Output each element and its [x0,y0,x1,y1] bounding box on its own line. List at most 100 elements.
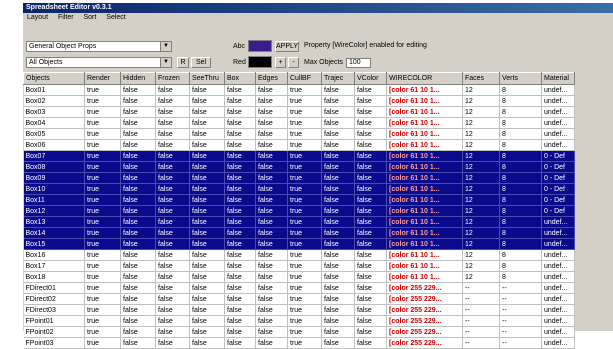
cell-box[interactable]: false [224,194,256,206]
cell-material[interactable]: undef... [541,216,575,228]
cell-box[interactable]: false [224,282,256,294]
cell-box[interactable]: false [224,304,256,316]
cell-objects[interactable]: Box05 [23,128,85,140]
cell-hidden[interactable]: false [120,172,156,184]
cell-frozen[interactable]: false [155,315,190,327]
cell-box[interactable]: false [224,326,256,338]
cell-edges[interactable]: false [255,326,288,338]
cell-vcolor[interactable]: false [354,150,387,162]
cell-box[interactable]: false [224,183,256,195]
column-header-vcolor[interactable]: VColor [354,72,387,85]
table-row[interactable]: Box16 true false false false false false true fa… [23,249,575,261]
cell-verts[interactable]: -- [499,337,542,349]
cell-seethru[interactable]: false [189,161,225,173]
cell-verts[interactable]: 8 [499,128,542,140]
cell-hidden[interactable]: false [120,106,156,118]
cell-seethru[interactable]: false [189,128,225,140]
cell-frozen[interactable]: false [155,282,190,294]
cell-box[interactable]: false [224,271,256,283]
cell-material[interactable]: 0 - Def [541,205,575,217]
cell-hidden[interactable]: false [120,128,156,140]
cell-cullbf[interactable]: true [287,150,322,162]
cell-seethru[interactable]: false [189,139,225,151]
cell-box[interactable]: false [224,238,256,250]
cell-edges[interactable]: false [255,293,288,305]
cell-hidden[interactable]: false [120,150,156,162]
cell-box[interactable]: false [224,150,256,162]
column-header-wirecolor[interactable]: WIRECOLOR [386,72,463,85]
cell-render[interactable]: true [84,238,121,250]
cell-vcolor[interactable]: false [354,238,387,250]
cell-material[interactable]: undef... [541,227,575,239]
cell-trajec[interactable]: false [321,260,355,272]
cell-hidden[interactable]: false [120,249,156,261]
cell-verts[interactable]: -- [499,304,542,316]
cell-seethru[interactable]: false [189,216,225,228]
cell-vcolor[interactable]: false [354,282,387,294]
cell-trajec[interactable]: false [321,238,355,250]
cell-box[interactable]: false [224,106,256,118]
cell-frozen[interactable]: false [155,150,190,162]
table-row[interactable]: Box13 true false false false false false true fa… [23,216,575,228]
cell-hidden[interactable]: false [120,183,156,195]
cell-vcolor[interactable]: false [354,249,387,261]
cell-objects[interactable]: Box04 [23,117,85,129]
cell-cullbf[interactable]: true [287,271,322,283]
cell-verts[interactable]: 8 [499,227,542,239]
cell-edges[interactable]: false [255,117,288,129]
cell-seethru[interactable]: false [189,205,225,217]
cell-hidden[interactable]: false [120,84,156,96]
cell-frozen[interactable]: false [155,117,190,129]
cell-trajec[interactable]: false [321,139,355,151]
cell-seethru[interactable]: false [189,304,225,316]
cell-seethru[interactable]: false [189,260,225,272]
cell-hidden[interactable]: false [120,304,156,316]
cell-faces[interactable]: 12 [462,150,500,162]
cell-wirecolor[interactable]: [color 61 10 1... [386,106,463,118]
cell-material[interactable]: undef... [541,249,575,261]
cell-wirecolor[interactable]: [color 61 10 1... [386,205,463,217]
cell-vcolor[interactable]: false [354,139,387,151]
cell-render[interactable]: true [84,315,121,327]
cell-wirecolor[interactable]: [color 61 10 1... [386,172,463,184]
column-header-render[interactable]: Render [84,72,121,85]
column-header-trajec[interactable]: Trajec [321,72,355,85]
cell-trajec[interactable]: false [321,183,355,195]
cell-objects[interactable]: Box02 [23,95,85,107]
cell-box[interactable]: false [224,227,256,239]
cell-wirecolor[interactable]: [color 255 229... [386,337,463,349]
cell-wirecolor[interactable]: [color 255 229... [386,315,463,327]
table-row[interactable]: Box11 true false false false false false true fa… [23,194,575,206]
cell-wirecolor[interactable]: [color 61 10 1... [386,249,463,261]
cell-objects[interactable]: FDirect01 [23,282,85,294]
cell-cullbf[interactable]: true [287,205,322,217]
column-header-frozen[interactable]: Frozen [155,72,190,85]
cell-vcolor[interactable]: false [354,161,387,173]
cell-edges[interactable]: false [255,205,288,217]
cell-cullbf[interactable]: true [287,194,322,206]
cell-cullbf[interactable]: true [287,326,322,338]
cell-cullbf[interactable]: true [287,260,322,272]
cell-hidden[interactable]: false [120,271,156,283]
cell-trajec[interactable]: false [321,337,355,349]
cell-faces[interactable]: 12 [462,128,500,140]
cell-material[interactable]: 0 - Def [541,194,575,206]
cell-box[interactable]: false [224,293,256,305]
cell-trajec[interactable]: false [321,271,355,283]
table-row[interactable]: FDirect01 true false false false false false tr… [23,282,575,294]
cell-hidden[interactable]: false [120,117,156,129]
cell-material[interactable]: undef... [541,271,575,283]
table-row[interactable]: Box03 true false false false false false true fa… [23,106,575,118]
cell-frozen[interactable]: false [155,95,190,107]
cell-faces[interactable]: 12 [462,194,500,206]
cell-cullbf[interactable]: true [287,139,322,151]
cell-wirecolor[interactable]: [color 255 229... [386,326,463,338]
cell-hidden[interactable]: false [120,326,156,338]
cell-faces[interactable]: 12 [462,95,500,107]
column-header-verts[interactable]: Verts [499,72,542,85]
cell-hidden[interactable]: false [120,227,156,239]
cell-cullbf[interactable]: true [287,315,322,327]
cell-verts[interactable]: -- [499,293,542,305]
column-header-faces[interactable]: Faces [462,72,500,85]
cell-faces[interactable]: 12 [462,271,500,283]
